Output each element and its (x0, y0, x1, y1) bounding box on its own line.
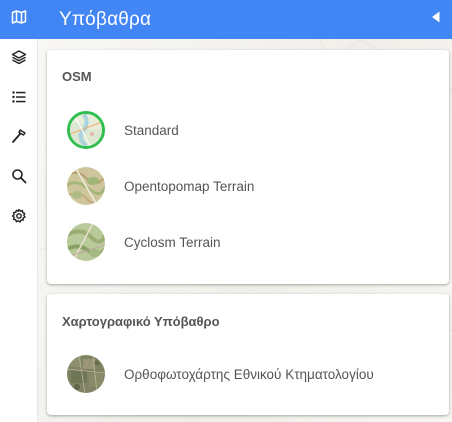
section-title: OSM (62, 69, 92, 84)
layer-label: Cyclosm Terrain (124, 234, 221, 250)
search-tab[interactable] (0, 162, 37, 190)
layers-icon (11, 49, 27, 65)
panel-header: Υπόβαθρα (37, 0, 452, 39)
settings-tab[interactable] (0, 202, 37, 230)
section-title: Χαρτογραφικό Υπόβαθρο (62, 314, 220, 329)
sidebar-rail (0, 0, 38, 422)
collapse-button[interactable] (429, 11, 443, 27)
layer-label: Standard (124, 122, 179, 138)
standard-thumbnail (67, 111, 105, 149)
cartographic-section: Χαρτογραφικό Υπόβαθρο Ορθοφωτοχάρτης Εθν… (47, 294, 449, 415)
osm-section: OSM Standard Opentopomap Terrain Cyclosm… (47, 50, 449, 284)
caret-left-icon (431, 10, 441, 28)
layer-option-opentopomap[interactable]: Opentopomap Terrain (67, 165, 437, 207)
page-title: Υπόβαθρα (59, 8, 152, 30)
list-icon (11, 89, 27, 105)
layer-option-standard[interactable]: Standard (67, 109, 437, 151)
layer-option-cyclosm[interactable]: Cyclosm Terrain (67, 221, 437, 263)
gear-icon (11, 208, 27, 224)
orthophoto-thumbnail (67, 355, 105, 393)
search-icon (11, 168, 27, 184)
layer-option-orthophoto[interactable]: Ορθοφωτοχάρτης Εθνικού Κτηματολογίου (67, 353, 437, 395)
layer-label: Ορθοφωτοχάρτης Εθνικού Κτηματολογίου (124, 366, 374, 382)
list-tab[interactable] (0, 83, 37, 111)
layer-label: Opentopomap Terrain (124, 178, 255, 194)
map-tab[interactable] (0, 0, 37, 39)
tools-tab[interactable] (0, 122, 37, 150)
hammer-icon (11, 128, 27, 144)
opentopomap-thumbnail (67, 167, 105, 205)
layers-tab[interactable] (0, 43, 37, 71)
map-icon (11, 9, 27, 30)
cyclosm-thumbnail (67, 223, 105, 261)
